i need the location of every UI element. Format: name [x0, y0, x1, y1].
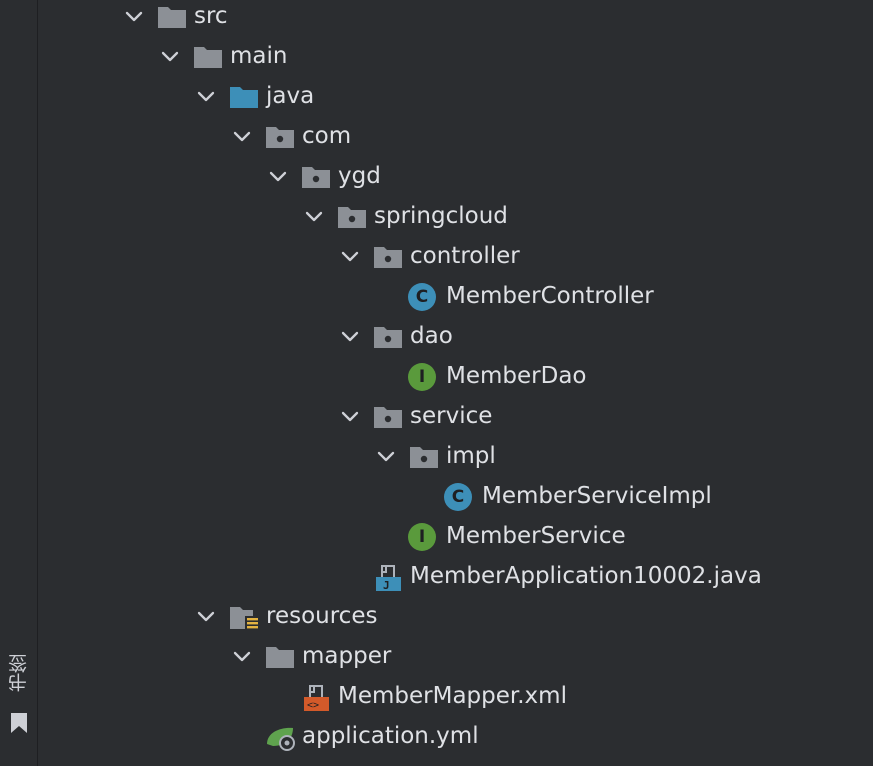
package-icon: [301, 164, 331, 190]
tree-node-label: mapper: [302, 643, 392, 669]
class-icon: C: [408, 283, 436, 311]
tree-node[interactable]: J MemberApplication10002.java: [38, 557, 873, 597]
tree-node-label: ygd: [338, 163, 381, 189]
folder-icon: [193, 44, 223, 70]
tree-node[interactable]: I MemberDao: [38, 357, 873, 397]
tree-node-label: service: [410, 403, 493, 429]
chevron-down-icon[interactable]: [338, 325, 362, 349]
chevron-down-icon[interactable]: [194, 605, 218, 629]
badge-letter: C: [415, 287, 429, 307]
side-tool-strip: 书签: [0, 0, 38, 766]
spring-config-icon: [265, 724, 295, 751]
java-file-icon: J: [373, 564, 403, 592]
tree-node-label: MemberService: [446, 523, 626, 549]
chevron-down-icon[interactable]: [230, 645, 254, 669]
package-icon: [265, 124, 295, 150]
chevron-down-icon[interactable]: [194, 85, 218, 109]
tree-node[interactable]: main: [38, 37, 873, 77]
source-folder-icon: [229, 84, 259, 110]
tree-node-label: src: [194, 3, 228, 29]
tree-node-label: springcloud: [374, 203, 508, 229]
class-icon: C: [444, 483, 472, 511]
tree-node-label: MemberController: [446, 283, 654, 309]
chevron-down-icon[interactable]: [230, 125, 254, 149]
chevron-down-icon[interactable]: [302, 205, 326, 229]
folder-icon: [157, 4, 187, 30]
tree-node[interactable]: application.yml: [38, 717, 873, 757]
tree-node[interactable]: springcloud: [38, 197, 873, 237]
tree-node-label: com: [302, 123, 352, 149]
tree-node[interactable]: src: [38, 0, 873, 37]
project-tree: src main java com ygd springcloud controller C M…: [38, 0, 873, 766]
tree-node[interactable]: impl: [38, 437, 873, 477]
tree-node[interactable]: I MemberService: [38, 517, 873, 557]
tree-node[interactable]: ygd: [38, 157, 873, 197]
bookmarks-label: 书签: [8, 654, 30, 692]
tree-node[interactable]: dao: [38, 317, 873, 357]
tree-node[interactable]: java: [38, 77, 873, 117]
tree-node-label: impl: [446, 443, 496, 469]
tree-node[interactable]: C MemberController: [38, 277, 873, 317]
chevron-down-icon[interactable]: [122, 5, 146, 29]
tree-node-label: main: [230, 43, 288, 69]
chevron-down-icon[interactable]: [374, 445, 398, 469]
tree-node-label: MemberMapper.xml: [338, 683, 567, 709]
tree-node[interactable]: <> MemberMapper.xml: [38, 677, 873, 717]
tree-node-label: controller: [410, 243, 520, 269]
chevron-down-icon[interactable]: [338, 405, 362, 429]
chevron-down-icon[interactable]: [158, 45, 182, 69]
package-icon: [337, 204, 367, 230]
tree-node-label: java: [266, 83, 315, 109]
tree-node-label: MemberDao: [446, 363, 587, 389]
tree-node-label: application.yml: [302, 723, 479, 749]
badge-letter: I: [418, 527, 426, 547]
tree-node-label: resources: [266, 603, 378, 629]
package-icon: [409, 444, 439, 470]
badge-letter: I: [418, 367, 426, 387]
tree-node[interactable]: resources: [38, 597, 873, 637]
chevron-down-icon[interactable]: [338, 245, 362, 269]
tree-node[interactable]: service: [38, 397, 873, 437]
bookmark-icon: [11, 713, 27, 733]
svg-text:J: J: [383, 579, 390, 592]
tree-node-label: dao: [410, 323, 453, 349]
bookmarks-tab[interactable]: 书签: [2, 650, 35, 740]
xml-file-icon: <>: [301, 684, 331, 711]
tree-node-label: MemberServiceImpl: [482, 483, 712, 509]
folder-icon: [265, 644, 295, 670]
interface-icon: I: [408, 363, 436, 391]
package-icon: [373, 244, 403, 270]
tree-node-label: MemberApplication10002.java: [410, 563, 762, 589]
resources-folder-icon: [229, 604, 259, 630]
interface-icon: I: [408, 523, 436, 551]
tree-node[interactable]: com: [38, 117, 873, 157]
tree-node[interactable]: C MemberServiceImpl: [38, 477, 873, 517]
badge-letter: C: [451, 487, 465, 507]
svg-text:<>: <>: [307, 700, 319, 711]
tree-node[interactable]: controller: [38, 237, 873, 277]
tree-node[interactable]: mapper: [38, 637, 873, 677]
package-icon: [373, 324, 403, 350]
chevron-down-icon[interactable]: [266, 165, 290, 189]
package-icon: [373, 404, 403, 430]
